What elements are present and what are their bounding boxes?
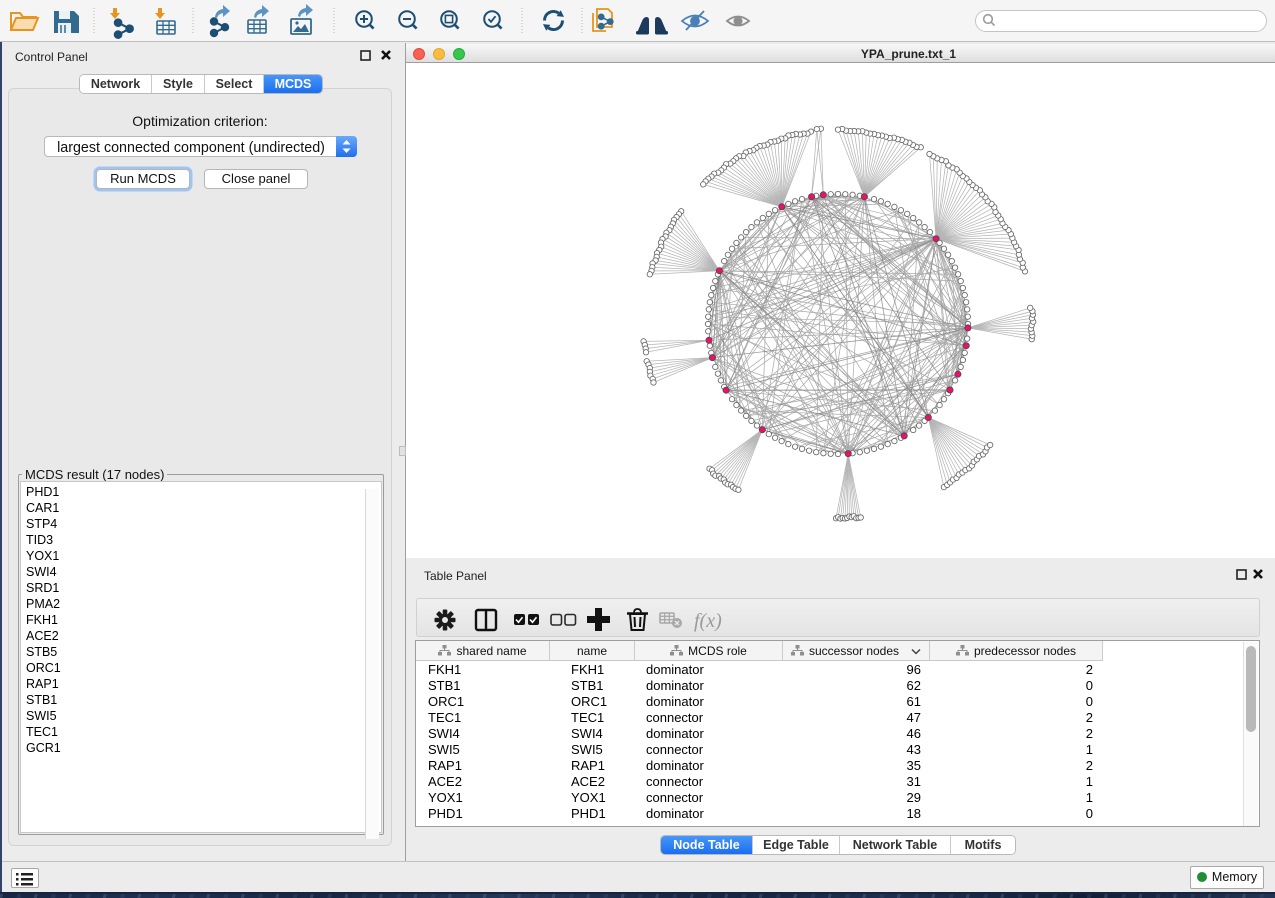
svg-text:f(x): f(x) — [694, 610, 722, 632]
